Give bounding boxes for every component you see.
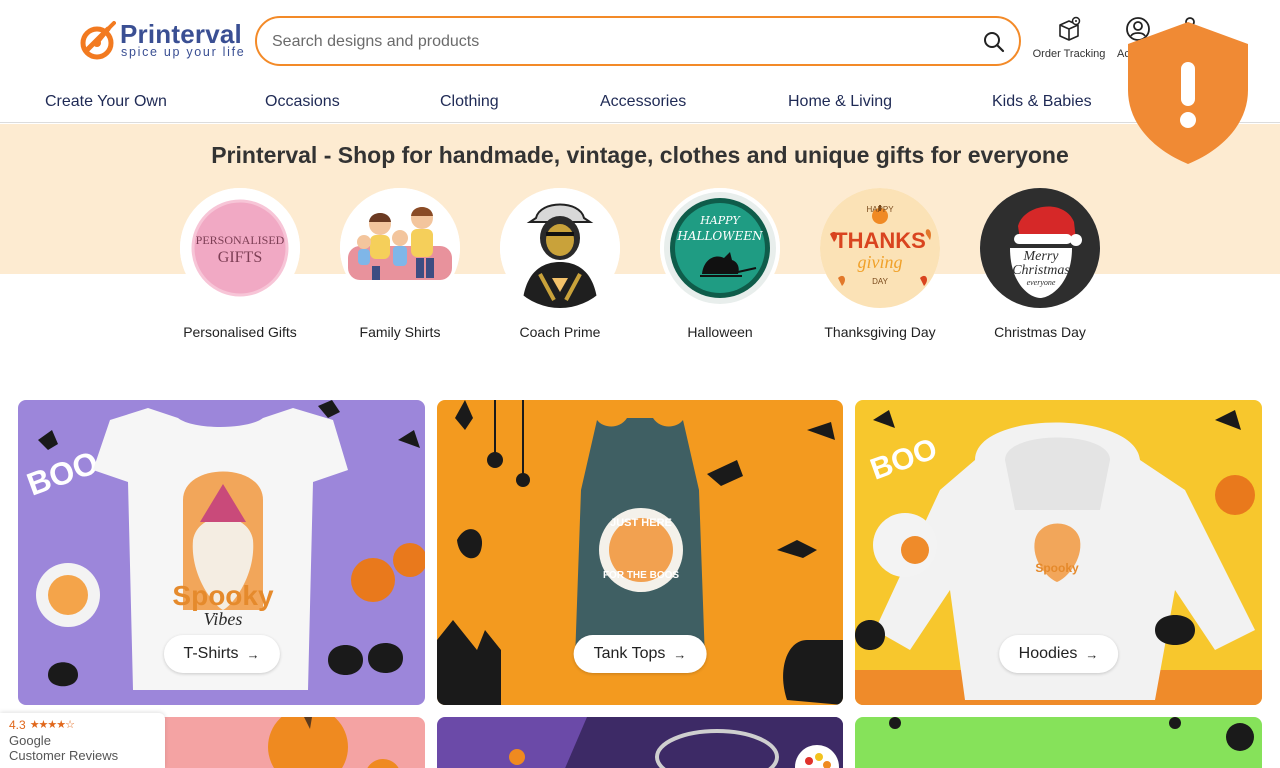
svg-text:Spooky: Spooky — [172, 580, 274, 611]
svg-text:Merry: Merry — [1023, 249, 1060, 264]
nav-item-accessories[interactable]: Accessories — [600, 93, 686, 111]
tile-row2-2[interactable] — [437, 717, 843, 768]
category-label: Halloween — [687, 324, 753, 340]
nav-item-clothing[interactable]: Clothing — [440, 93, 499, 111]
logo[interactable]: Printerval spice up your life — [80, 19, 244, 64]
google-rating-value: 4.3 — [9, 718, 26, 732]
tile-hoodies[interactable]: BOO Spooky Hoodies → — [855, 400, 1262, 705]
nav-item-home-living[interactable]: Home & Living — [788, 93, 892, 111]
category-label: Thanksgiving Day — [824, 324, 936, 340]
google-rating-row: 4.3 ★★★★☆ — [9, 718, 165, 732]
category-thanksgiving-day[interactable]: HAPPY THANKS giving DAY Thanksgiving Day — [810, 188, 950, 342]
tile-t-shirts[interactable]: BOO Spooky Vibes T-Shirts → — [18, 400, 425, 705]
category-personalised-gifts[interactable]: PERSONALISED GIFTS Personalised Gifts — [170, 188, 310, 342]
search-input[interactable] — [272, 30, 952, 54]
arrow-right-icon: → — [673, 646, 687, 662]
google-reviews-badge[interactable]: 4.3 ★★★★☆ Google Customer Reviews — [0, 713, 165, 768]
christmas-image: Merry Christmas everyone — [980, 188, 1100, 308]
svg-text:DAY: DAY — [872, 277, 889, 286]
svg-text:Spooky: Spooky — [1035, 561, 1079, 575]
family-shirts-image — [340, 188, 460, 308]
tile-tank-tops[interactable]: JUST HERE FOR THE BOOS Tank Tops → — [437, 400, 843, 705]
order-tracking-button[interactable]: Order Tracking — [1026, 16, 1112, 66]
t-shirts-button[interactable]: T-Shirts → — [163, 635, 280, 673]
alert-shield-icon[interactable] — [1126, 20, 1250, 166]
nav-item-create-your-own[interactable]: Create Your Own — [45, 93, 167, 111]
svg-text:Vibes: Vibes — [204, 609, 243, 629]
category-coach-prime[interactable]: Coach Prime — [490, 188, 630, 342]
svg-text:giving: giving — [858, 252, 903, 272]
svg-text:PERSONALISED: PERSONALISED — [196, 233, 285, 247]
category-label: Christmas Day — [994, 324, 1086, 340]
nav-item-occasions[interactable]: Occasions — [265, 93, 340, 111]
green-product-image — [855, 717, 1262, 768]
coach-prime-image — [500, 188, 620, 308]
spiderweb-product-image — [437, 717, 843, 768]
svg-text:Christmas: Christmas — [1012, 263, 1070, 278]
google-brand: Google — [9, 733, 51, 748]
svg-text:HAPPY: HAPPY — [866, 205, 894, 214]
arrow-right-icon: → — [246, 646, 260, 662]
svg-text:GIFTS: GIFTS — [218, 249, 262, 266]
search-icon[interactable] — [981, 29, 1007, 55]
package-tracking-icon — [1059, 16, 1081, 41]
svg-text:FOR THE BOOS: FOR THE BOOS — [603, 570, 679, 581]
tile-label: T-Shirts — [183, 645, 239, 662]
arrow-right-icon: → — [1085, 646, 1099, 662]
main-nav: Create Your Own Occasions Clothing Acces… — [0, 80, 1280, 123]
page: Printerval spice up your life Order Trac… — [0, 0, 1280, 768]
svg-text:THANKS: THANKS — [834, 228, 926, 253]
svg-text:everyone: everyone — [1027, 278, 1056, 287]
personalised-gifts-image: PERSONALISED GIFTS — [180, 188, 300, 308]
order-tracking-label: Order Tracking — [1032, 48, 1106, 60]
tile-label: Tank Tops — [593, 645, 666, 662]
logo-tagline: spice up your life — [121, 45, 246, 59]
site-header: Printerval spice up your life Order Trac… — [0, 0, 1280, 80]
svg-text:HAPPY: HAPPY — [699, 214, 741, 227]
search-bar — [255, 16, 1021, 66]
svg-text:HALLOWEEN: HALLOWEEN — [676, 229, 763, 243]
printerval-logo-icon — [80, 21, 116, 60]
tile-label: Hoodies — [1018, 645, 1078, 662]
tile-row2-3[interactable] — [855, 717, 1262, 768]
category-halloween[interactable]: HAPPY HALLOWEEN Halloween — [650, 188, 790, 342]
thanksgiving-image: HAPPY THANKS giving DAY — [820, 188, 940, 308]
category-label: Personalised Gifts — [183, 324, 297, 340]
category-label: Family Shirts — [359, 324, 441, 340]
logo-name: Printerval — [120, 19, 242, 49]
google-reviews-subtitle: Customer Reviews — [9, 748, 119, 763]
star-rating-icon: ★★★★☆ — [29, 719, 75, 731]
category-christmas-day[interactable]: Merry Christmas everyone Christmas Day — [970, 188, 1110, 342]
tank-tops-button[interactable]: Tank Tops → — [573, 635, 707, 673]
nav-item-kids-babies[interactable]: Kids & Babies — [992, 93, 1092, 111]
category-label: Coach Prime — [519, 324, 601, 340]
hoodies-button[interactable]: Hoodies → — [998, 635, 1119, 673]
hero-title: Printerval - Shop for handmade, vintage,… — [211, 142, 1069, 168]
category-family-shirts[interactable]: Family Shirts — [330, 188, 470, 342]
halloween-image: HAPPY HALLOWEEN — [660, 188, 780, 308]
svg-text:JUST HERE: JUST HERE — [610, 517, 672, 529]
